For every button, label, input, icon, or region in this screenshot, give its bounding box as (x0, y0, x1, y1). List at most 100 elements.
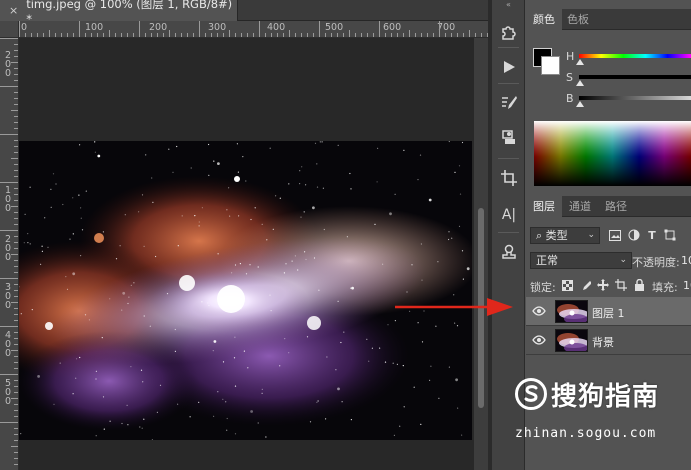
saturation-slider[interactable]: S 0 (566, 71, 691, 86)
stamp-icon[interactable] (497, 240, 521, 264)
fill-label: 填充: (652, 281, 678, 294)
star (208, 174, 210, 176)
saturation-track[interactable] (579, 75, 691, 79)
blend-mode-value: 正常 (536, 254, 558, 267)
ruler-tick (14, 308, 18, 309)
tab-channels[interactable]: 通道 (562, 196, 598, 217)
brightness-knob[interactable] (576, 101, 584, 107)
galaxy-image[interactable] (19, 141, 472, 440)
ruler-tick (103, 33, 104, 37)
star (350, 419, 352, 421)
collapse-icon[interactable]: « (492, 0, 525, 9)
ruler-tick (73, 33, 74, 37)
star (368, 360, 370, 362)
ruler-tick (409, 30, 410, 37)
ruler-tick (14, 170, 18, 171)
brush-settings-icon[interactable] (497, 91, 521, 115)
ruler-top-label: 300 (208, 22, 227, 33)
tab-color[interactable]: 颜色 (526, 9, 562, 30)
star (349, 172, 351, 175)
star (149, 325, 151, 327)
ruler-tick (97, 33, 98, 37)
star (393, 434, 395, 436)
layer-filter-select[interactable]: ⌕ 类型 ⌄ (530, 227, 600, 244)
play-icon[interactable] (497, 55, 521, 79)
close-tab-icon[interactable]: × (9, 4, 18, 17)
ruler-tick (373, 33, 374, 37)
ruler-tick (481, 33, 482, 37)
text-tool-icon[interactable]: A| (497, 203, 521, 227)
tab-layers[interactable]: 图层 (526, 196, 562, 217)
opacity-value[interactable]: 10 (681, 254, 691, 267)
star (159, 384, 162, 386)
tab-paths[interactable]: 路径 (598, 196, 634, 217)
ruler-tick (67, 33, 68, 37)
crop-icon[interactable] (497, 166, 521, 190)
star (95, 435, 97, 437)
star (84, 314, 87, 316)
type-filter-icon[interactable]: T (645, 228, 659, 242)
ruler-tick (277, 33, 278, 37)
star (242, 156, 244, 158)
lock-all-icon[interactable] (632, 278, 646, 292)
eye-icon[interactable] (532, 305, 546, 317)
star (81, 229, 84, 231)
star (265, 436, 267, 438)
layer-row-background[interactable]: 背景 (526, 326, 691, 355)
star (29, 243, 31, 245)
hue-slider[interactable]: H 0 (566, 50, 691, 65)
vertical-scrollbar[interactable] (474, 38, 488, 470)
star (121, 422, 123, 425)
saturation-knob[interactable] (576, 80, 584, 86)
lock-position-move-icon[interactable] (596, 278, 610, 292)
star (458, 225, 461, 227)
ruler-tick (61, 33, 62, 37)
hue-knob[interactable] (576, 59, 584, 65)
star (239, 263, 241, 265)
star (142, 381, 144, 383)
star (238, 215, 240, 217)
lock-artboard-icon[interactable] (614, 278, 628, 292)
lock-pixels-brush-icon[interactable] (578, 278, 592, 292)
star (41, 250, 43, 252)
brightness-slider[interactable]: B 0 (566, 92, 691, 107)
galaxy-artwork (19, 141, 472, 440)
star (143, 418, 145, 420)
shape-filter-icon[interactable] (663, 228, 677, 242)
puzzle-icon[interactable] (497, 20, 521, 44)
star (155, 255, 157, 258)
document-tab[interactable]: × timg.jpeg @ 100% (图层 1, RGB/8#) * (0, 0, 238, 26)
star (234, 336, 236, 338)
layer-row-layer1[interactable]: 图层 1 (526, 297, 691, 326)
clone-source-icon[interactable] (497, 125, 521, 149)
tab-swatches[interactable]: 色板 (560, 9, 596, 30)
layer-name[interactable]: 背景 (592, 334, 614, 350)
star (343, 331, 345, 333)
brightness-track[interactable] (579, 96, 691, 100)
hue-track[interactable] (579, 54, 691, 58)
fill-value[interactable]: 10 (683, 279, 691, 292)
layer-name[interactable]: 图层 1 (592, 305, 625, 321)
background-color-swatch[interactable] (541, 56, 560, 75)
star (272, 228, 274, 230)
color-spectrum[interactable] (534, 121, 691, 186)
star (236, 143, 238, 145)
ruler-top[interactable]: 0 100 200 300 400 500 600 700 800 (19, 21, 506, 38)
saturation-label: S (566, 71, 573, 84)
watermark-url: zhinan.sogou.com (515, 426, 657, 441)
star (103, 428, 105, 430)
star (297, 269, 299, 271)
star (411, 264, 413, 266)
eye-icon[interactable] (532, 334, 546, 346)
star (291, 260, 293, 262)
ruler-left[interactable]: 2 0 0 1 0 0 2 0 0 3 0 0 4 0 0 5 0 0 (0, 38, 19, 470)
star (229, 215, 231, 217)
blend-mode-select[interactable]: 正常 ⌄ (530, 252, 632, 269)
image-filter-icon[interactable] (608, 228, 622, 242)
star (234, 264, 237, 266)
adjustment-filter-icon[interactable] (627, 228, 641, 242)
ruler-tick (14, 428, 18, 429)
lock-transparent-icon[interactable] (560, 278, 574, 292)
ruler-tick (11, 302, 18, 303)
star (317, 400, 319, 402)
